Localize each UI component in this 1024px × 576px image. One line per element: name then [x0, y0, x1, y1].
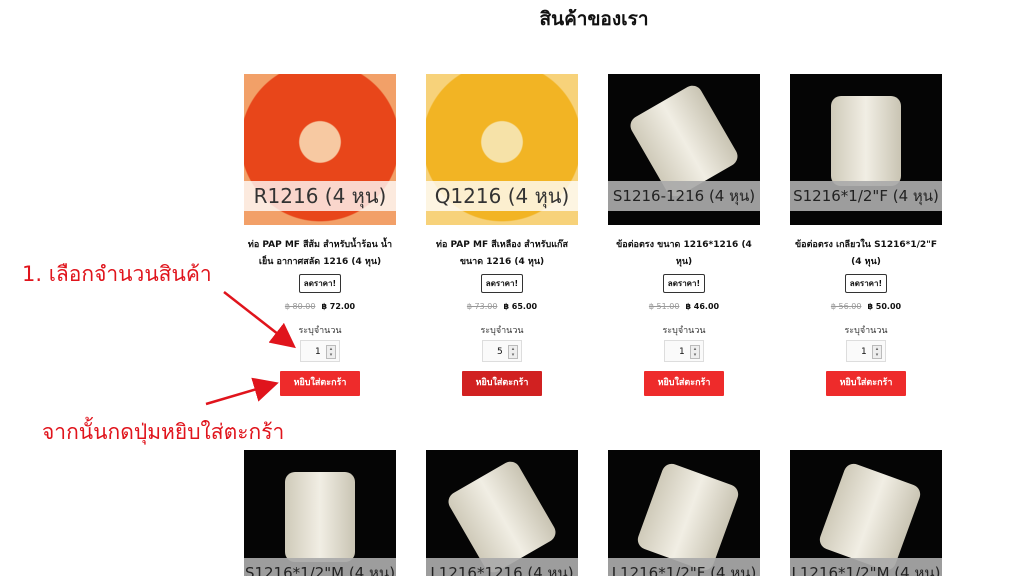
arrow-icon	[205, 377, 279, 406]
arrow-icon	[223, 291, 296, 349]
arrow-icon	[205, 291, 296, 406]
